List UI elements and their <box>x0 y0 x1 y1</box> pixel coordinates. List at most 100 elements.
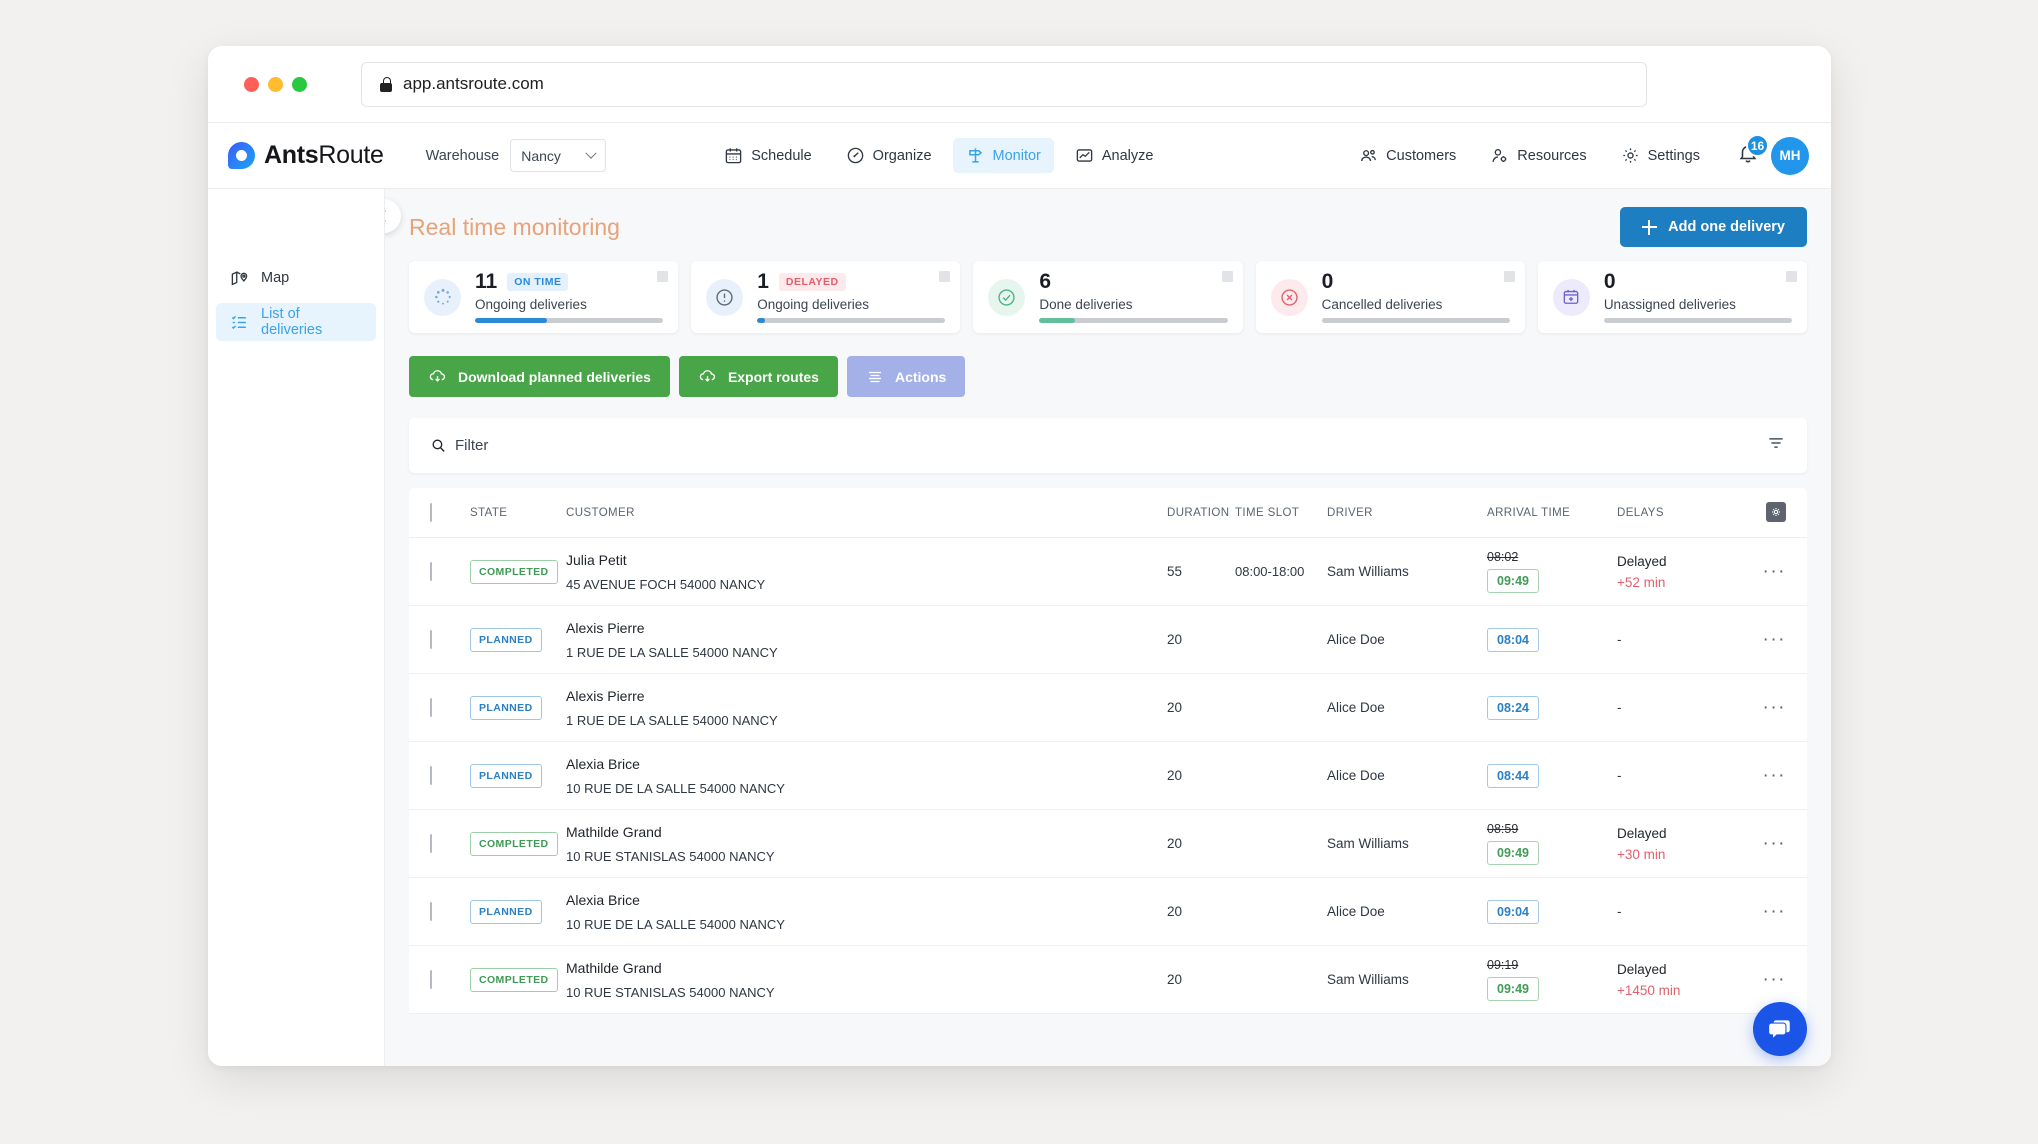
column-header-driver[interactable]: DRIVER <box>1327 507 1487 519</box>
filter-bar[interactable]: Filter <box>409 418 1807 473</box>
warehouse-select[interactable]: Nancy <box>510 139 607 172</box>
stacked-lines-icon <box>868 371 881 382</box>
more-options-icon[interactable]: ··· <box>1763 833 1786 854</box>
sidebar-item-map[interactable]: Map <box>216 259 376 297</box>
nav-item-organize[interactable]: Organize <box>833 138 945 173</box>
more-options-icon[interactable]: ··· <box>1763 901 1786 922</box>
row-menu-button[interactable]: ··· <box>1742 698 1786 718</box>
table-row[interactable]: COMPLETED Julia Petit 45 AVENUE FOCH 54000… <box>409 538 1807 606</box>
customer-address: 10 RUE STANISLAS 54000 NANCY <box>566 848 775 864</box>
sidebar-item-list-of-deliveries[interactable]: List of deliveries <box>216 303 376 341</box>
row-arrival-time: 09:19 09:49 <box>1487 958 1617 1001</box>
row-checkbox[interactable] <box>430 901 432 921</box>
actions-button[interactable]: Actions <box>846 356 966 397</box>
row-checkbox-cell[interactable] <box>430 969 470 989</box>
nav-item-settings[interactable]: Settings <box>1608 138 1713 173</box>
row-menu-button[interactable]: ··· <box>1742 970 1786 990</box>
stat-card-ongoing-delayed[interactable]: 1 DELAYED Ongoing deliveries <box>691 261 961 333</box>
more-options-icon[interactable]: ··· <box>1763 969 1786 990</box>
nav-item-schedule[interactable]: Schedule <box>711 138 824 173</box>
row-checkbox[interactable] <box>430 765 432 785</box>
row-checkbox-cell[interactable] <box>430 561 470 581</box>
export-routes-button[interactable]: Export routes <box>678 356 838 397</box>
avatar[interactable]: MH <box>1771 136 1809 175</box>
more-options-icon[interactable]: ··· <box>1763 765 1786 786</box>
table-row[interactable]: COMPLETED Mathilde Grand 10 RUE STANISLAS … <box>409 810 1807 878</box>
row-checkbox-cell[interactable] <box>430 765 470 785</box>
customer-address: 10 RUE STANISLAS 54000 NANCY <box>566 984 775 1000</box>
row-menu-button[interactable]: ··· <box>1742 630 1786 650</box>
download-planned-deliveries-button[interactable]: Download planned deliveries <box>409 356 670 397</box>
table-row[interactable]: PLANNED Alexia Brice 10 RUE DE LA SALLE 54… <box>409 742 1807 810</box>
row-menu-button[interactable]: ··· <box>1742 562 1786 582</box>
maximize-window-button[interactable] <box>292 76 307 92</box>
chat-support-button[interactable] <box>1753 1002 1807 1056</box>
nav-item-analyze[interactable]: Analyze <box>1062 138 1167 173</box>
stat-card-unassigned[interactable]: 0 Unassigned deliveries <box>1537 261 1808 333</box>
filter-input[interactable]: Filter <box>455 437 488 454</box>
card-corner-handle[interactable] <box>1221 271 1233 282</box>
table-settings-cell[interactable] <box>1742 502 1786 523</box>
row-checkbox[interactable] <box>430 697 432 717</box>
column-header-arrival-time[interactable]: ARRIVAL TIME <box>1487 507 1617 519</box>
arrival-planned-time: 09:19 <box>1487 958 1519 972</box>
row-customer-cell: Mathilde Grand 10 RUE STANISLAS 54000 NAN… <box>566 960 1167 1000</box>
card-corner-handle[interactable] <box>1786 271 1798 282</box>
notifications-button[interactable]: 16 <box>1737 134 1769 169</box>
nav-item-customers[interactable]: Customers <box>1346 138 1469 173</box>
table-row[interactable]: COMPLETED Mathilde Grand 10 RUE STANISLAS … <box>409 946 1807 1014</box>
row-checkbox-cell[interactable] <box>430 697 470 717</box>
arrival-actual-time: 09:04 <box>1487 899 1539 924</box>
nav-item-monitor[interactable]: Monitor <box>952 138 1054 173</box>
nav-item-resources[interactable]: Resources <box>1477 138 1599 173</box>
card-corner-handle[interactable] <box>939 271 951 282</box>
collapse-sidebar-button[interactable] <box>385 199 401 233</box>
stat-card-done[interactable]: 6 Done deliveries <box>973 261 1243 333</box>
row-checkbox[interactable] <box>430 561 432 581</box>
filter-options-button[interactable] <box>1766 433 1786 458</box>
stat-card-cancelled[interactable]: 0 Cancelled deliveries <box>1255 261 1525 333</box>
row-duration: 20 <box>1167 972 1183 987</box>
row-duration: 55 <box>1167 564 1183 579</box>
table-settings-gear-icon[interactable] <box>1766 502 1786 522</box>
stat-value: 11 <box>475 270 498 293</box>
row-checkbox-cell[interactable] <box>430 901 470 921</box>
table-row[interactable]: PLANNED Alexia Brice 10 RUE DE LA SALLE 54… <box>409 878 1807 946</box>
more-options-icon[interactable]: ··· <box>1763 629 1786 650</box>
column-header-delays[interactable]: DELAYS <box>1617 507 1742 519</box>
column-header-time-slot[interactable]: TIME SLOT <box>1235 507 1327 519</box>
column-header-duration[interactable]: DURATION <box>1167 507 1235 519</box>
select-all-checkbox-cell[interactable] <box>430 502 470 522</box>
row-checkbox-cell[interactable] <box>430 629 470 649</box>
row-menu-button[interactable]: ··· <box>1742 902 1786 922</box>
column-header-state[interactable]: STATE <box>470 507 566 519</box>
table-row[interactable]: PLANNED Alexis Pierre 1 RUE DE LA SALLE 54… <box>409 674 1807 742</box>
more-options-icon[interactable]: ··· <box>1763 561 1786 582</box>
antsroute-logo[interactable]: AntsRoute <box>228 141 384 170</box>
table-row[interactable]: PLANNED Alexis Pierre 1 RUE DE LA SALLE 54… <box>409 606 1807 674</box>
window-controls[interactable] <box>244 76 307 92</box>
row-menu-button[interactable]: ··· <box>1742 766 1786 786</box>
filter-input-group[interactable]: Filter <box>430 437 488 454</box>
nav-item-settings-label: Settings <box>1647 147 1700 164</box>
row-menu-button[interactable]: ··· <box>1742 834 1786 854</box>
row-checkbox[interactable] <box>430 629 432 649</box>
row-checkbox[interactable] <box>430 833 432 853</box>
select-all-checkbox[interactable] <box>430 502 432 522</box>
row-duration: 20 <box>1167 904 1183 919</box>
add-one-delivery-button[interactable]: Add one delivery <box>1620 207 1807 247</box>
stat-card-ongoing-ontime[interactable]: 11 ON TIME Ongoing deliveries <box>409 261 679 333</box>
cloud-download-icon <box>699 370 716 382</box>
card-corner-handle[interactable] <box>1503 271 1515 282</box>
deliveries-table: STATE CUSTOMER DURATION TIME SLOT DRIVER… <box>409 488 1807 1014</box>
card-corner-handle[interactable] <box>657 271 669 282</box>
row-checkbox[interactable] <box>430 969 432 989</box>
column-header-customer[interactable]: CUSTOMER <box>566 507 1167 519</box>
minimize-window-button[interactable] <box>268 76 283 92</box>
close-window-button[interactable] <box>244 76 259 92</box>
toolbar-actions: Download planned deliveries Export route… <box>409 356 1807 397</box>
address-bar[interactable]: app.antsroute.com <box>361 61 1647 107</box>
progress-bar <box>757 318 946 323</box>
more-options-icon[interactable]: ··· <box>1763 697 1786 718</box>
row-checkbox-cell[interactable] <box>430 833 470 853</box>
